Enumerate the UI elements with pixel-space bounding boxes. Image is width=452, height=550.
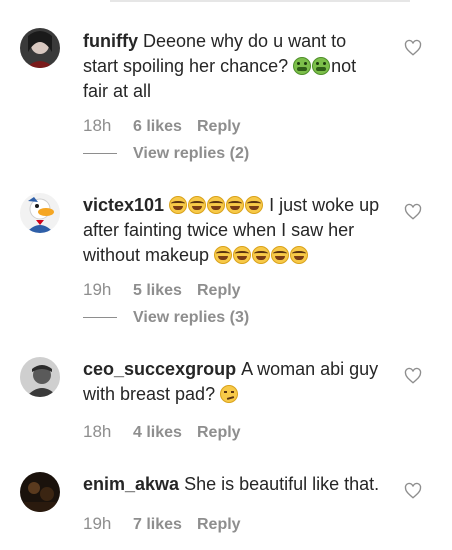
comment-time: 18h (83, 116, 112, 135)
comment-meta: 19h 5 likes Reply (83, 280, 241, 300)
laughing-face-emoji (290, 246, 309, 264)
laughing-face-emoji (169, 196, 188, 214)
view-replies-label: View replies (2) (133, 145, 250, 162)
laughing-face-emoji (233, 246, 252, 264)
avatar[interactable] (20, 472, 60, 512)
view-replies-label: View replies (3) (133, 309, 250, 326)
likes-count[interactable]: 5 likes (133, 281, 197, 301)
like-heart-icon[interactable] (404, 367, 422, 385)
likes-count[interactable]: 4 likes (133, 423, 197, 443)
avatar[interactable] (20, 193, 60, 233)
laughing-face-emoji (252, 246, 271, 264)
like-heart-icon[interactable] (404, 203, 422, 221)
view-replies-button[interactable]: View replies (2) (83, 144, 249, 164)
previous-item-edge (110, 0, 410, 2)
laughing-face-emoji (214, 246, 233, 264)
reply-button[interactable]: Reply (197, 423, 241, 443)
comment-time: 19h (83, 280, 112, 299)
username-link[interactable]: victex101 (83, 195, 164, 215)
nauseated-face-emoji (312, 57, 331, 75)
view-replies-button[interactable]: View replies (3) (83, 308, 249, 328)
replies-divider-line (83, 153, 117, 155)
smirking-face-emoji (220, 385, 239, 403)
nauseated-face-emoji (293, 57, 312, 75)
username-link[interactable]: funiffy (83, 31, 138, 51)
comment-body: ceo_succexgroup A woman abi guy with brea… (83, 357, 383, 407)
username-link[interactable]: enim_akwa (83, 474, 179, 494)
avatar[interactable] (20, 28, 60, 68)
replies-divider-line (83, 317, 117, 319)
laughing-face-emoji (245, 196, 264, 214)
comment-body: enim_akwa She is beautiful like that. (83, 472, 383, 497)
avatar[interactable] (20, 357, 60, 397)
comment-meta: 18h 4 likes Reply (83, 422, 241, 442)
likes-count[interactable]: 6 likes (133, 117, 197, 137)
laughing-face-emoji (188, 196, 207, 214)
laughing-face-emoji (207, 196, 226, 214)
comment-body: funiffy Deeone why do u want to start spo… (83, 29, 383, 104)
like-heart-icon[interactable] (404, 482, 422, 500)
like-heart-icon[interactable] (404, 39, 422, 57)
comment-meta: 19h 7 likes Reply (83, 514, 241, 534)
comment-text: She is beautiful like that. (184, 474, 380, 494)
laughing-face-emoji (271, 246, 290, 264)
likes-count[interactable]: 7 likes (133, 515, 197, 535)
comment-time: 19h (83, 514, 112, 533)
reply-button[interactable]: Reply (197, 515, 241, 535)
comment-meta: 18h 6 likes Reply (83, 116, 241, 136)
laughing-face-emoji (226, 196, 245, 214)
comment-time: 18h (83, 422, 112, 441)
reply-button[interactable]: Reply (197, 281, 241, 301)
username-link[interactable]: ceo_succexgroup (83, 359, 236, 379)
comment-body: victex101 I just woke up after fainting … (83, 193, 383, 268)
reply-button[interactable]: Reply (197, 117, 241, 137)
